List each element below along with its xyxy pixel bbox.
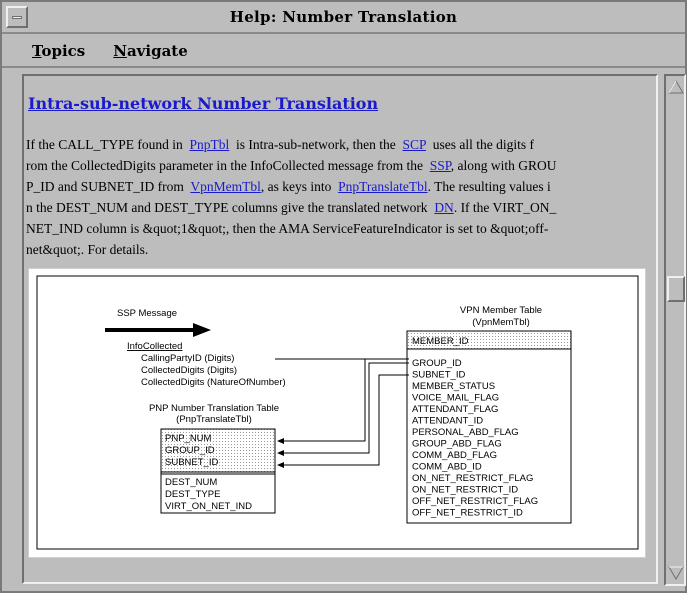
vpn-field: SUBNET_ID [412, 370, 465, 381]
vpn-table-subtitle: (VpnMemTbl) [472, 317, 530, 328]
ssp-message-label: SSP Message [117, 308, 177, 319]
help-window: Help: Number Translation Topics Navigate… [0, 0, 687, 593]
vpn-field: COMM_ABD_FLAG [412, 450, 497, 461]
param-line: CallingPartyID (Digits) [141, 353, 234, 364]
menu-bar: Topics Navigate [2, 36, 685, 68]
translation-diagram: SSP Message InfoCollected CallingPartyID… [28, 268, 646, 558]
help-content-pane: Intra-sub-network Number Translation If … [22, 74, 658, 584]
diagram-canvas: SSP Message InfoCollected CallingPartyID… [36, 275, 639, 550]
menu-navigate-label: avigate [126, 42, 188, 60]
vpn-field: ATTENDANT_ID [412, 416, 483, 427]
vpn-field: OFF_NET_RESTRICT_ID [412, 508, 523, 519]
pnp-table-title: PNP Number Translation Table [149, 403, 279, 414]
vpn-field: ON_NET_RESTRICT_FLAG [412, 473, 533, 484]
scroll-down-arrow-icon[interactable] [667, 563, 685, 583]
vpn-table-title: VPN Member Table [460, 305, 542, 316]
menu-navigate[interactable]: Navigate [113, 42, 188, 60]
pnp-key: PNP_NUM [165, 433, 212, 444]
scrollbar-thumb[interactable] [667, 276, 685, 302]
link-pnptranslatetbl[interactable]: PnpTranslateTbl [338, 179, 428, 194]
link-vpnmemtbl[interactable]: VpnMemTbl [190, 179, 261, 194]
para-text: If the CALL_TYPE found in [26, 137, 190, 152]
param-line: CollectedDigits (NatureOfNumber) [141, 377, 286, 388]
vpn-field: PERSONAL_ABD_FLAG [412, 427, 519, 438]
pnp-field: DEST_TYPE [165, 489, 220, 500]
link-dn[interactable]: DN [434, 200, 454, 215]
vpn-field: OFF_NET_RESTRICT_FLAG [412, 496, 538, 507]
scroll-up-arrow-icon[interactable] [667, 77, 685, 97]
vpn-field: ON_NET_RESTRICT_ID [412, 485, 518, 496]
vpn-field: ATTENDANT_FLAG [412, 404, 498, 415]
menu-navigate-mnemonic: N [113, 42, 127, 60]
window-menu-button[interactable] [6, 6, 28, 28]
pnp-key: SUBNET_ID [165, 457, 218, 468]
window-title: Help: Number Translation [229, 8, 458, 26]
vpn-field: GROUP_ABD_FLAG [412, 439, 502, 450]
pnp-field: VIRT_ON_NET_IND [165, 501, 252, 512]
para-text: is Intra-sub-network, then the [229, 137, 403, 152]
vpn-field: GROUP_ID [412, 358, 462, 369]
info-collected-label: InfoCollected [127, 341, 182, 352]
minus-icon [12, 15, 22, 19]
menu-topics[interactable]: Topics [32, 42, 85, 60]
pnp-field: DEST_NUM [165, 477, 217, 488]
pnp-key: GROUP_ID [165, 445, 215, 456]
link-pnptbl[interactable]: PnpTbl [189, 137, 229, 152]
vpn-field: VOICE_MAIL_FLAG [412, 393, 499, 404]
vpn-key: MEMBER_ID [412, 336, 469, 347]
menu-topics-label: opics [41, 42, 86, 60]
section-heading-link[interactable]: Intra-sub-network Number Translation [28, 94, 378, 113]
link-ssp[interactable]: SSP [430, 158, 451, 173]
vpn-field: MEMBER_STATUS [412, 381, 495, 392]
title-bar[interactable]: Help: Number Translation [2, 2, 685, 34]
param-line: CollectedDigits (Digits) [141, 365, 237, 376]
link-scp[interactable]: SCP [402, 137, 426, 152]
vertical-scrollbar[interactable] [664, 74, 686, 586]
help-paragraph: If the CALL_TYPE found in PnpTbl is Intr… [26, 134, 654, 260]
pnp-table-subtitle: (PnpTranslateTbl) [176, 414, 252, 425]
vpn-field: COMM_ABD_ID [412, 462, 482, 473]
para-text: , as keys into [260, 179, 339, 194]
